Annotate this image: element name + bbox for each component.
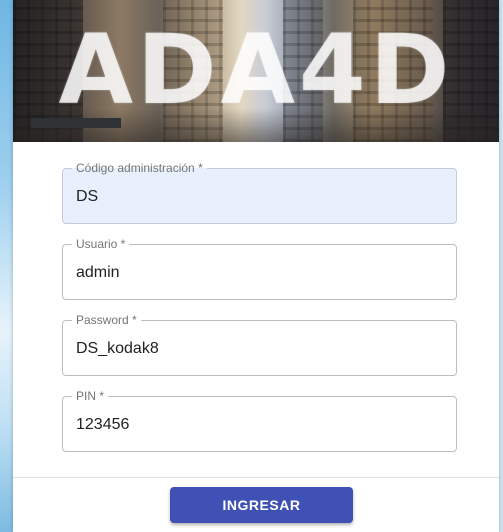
- username-field[interactable]: Usuario *: [62, 237, 457, 300]
- username-input[interactable]: [76, 263, 436, 283]
- admin-code-field[interactable]: Código administración *: [62, 161, 457, 224]
- password-label: Password *: [72, 313, 141, 327]
- admin-code-input[interactable]: [76, 187, 436, 207]
- pin-input[interactable]: [76, 415, 436, 435]
- login-card: ADA4D Código administración * Usuario * …: [13, 0, 499, 532]
- app-logo-title: ADA4D: [58, 14, 454, 126]
- username-label: Usuario *: [72, 237, 130, 251]
- login-submit-button[interactable]: INGRESAR: [170, 487, 353, 523]
- password-field[interactable]: Password *: [62, 313, 457, 376]
- actions-divider: [13, 477, 499, 478]
- hero-banner: ADA4D: [13, 0, 499, 142]
- admin-code-label: Código administración *: [72, 161, 207, 175]
- background-edge: [499, 0, 503, 532]
- password-input[interactable]: [76, 339, 436, 359]
- login-form: Código administración * Usuario * Passwo…: [62, 161, 457, 472]
- pin-field[interactable]: PIN *: [62, 389, 457, 452]
- pin-label: PIN *: [72, 389, 109, 403]
- background-sky: [0, 0, 13, 532]
